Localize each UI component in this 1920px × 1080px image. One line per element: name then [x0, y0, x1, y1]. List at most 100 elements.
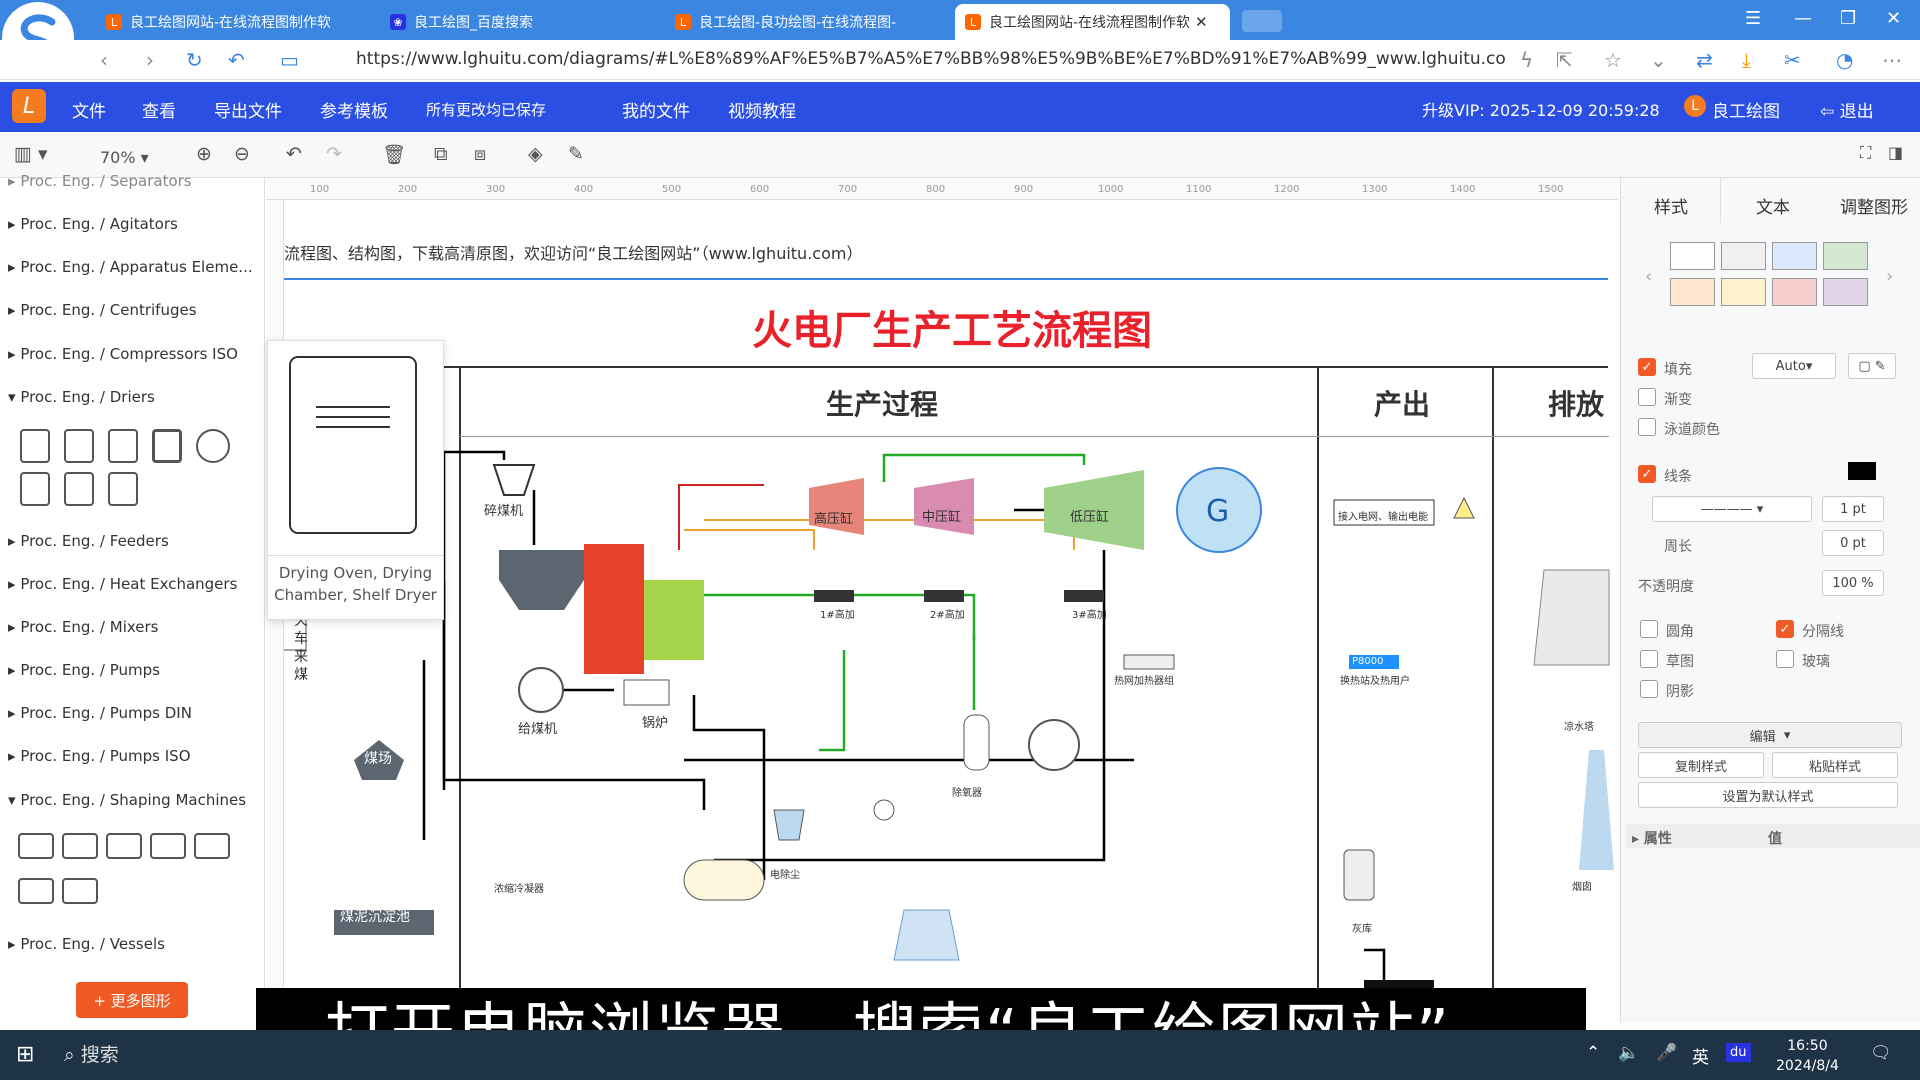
share-icon[interactable]: ⇱ — [1556, 48, 1573, 72]
set-default-style-button[interactable]: 设置为默认样式 — [1638, 782, 1898, 808]
category-driers[interactable]: ▾ Proc. Eng. / Driers — [8, 388, 155, 406]
line-color-picker[interactable] — [1848, 462, 1876, 480]
shape-dryer-4[interactable] — [152, 429, 182, 463]
category-apparatus[interactable]: ▸ Proc. Eng. / Apparatus Eleme... — [8, 258, 253, 276]
history-icon[interactable]: ◔ — [1836, 48, 1853, 72]
color-swatch[interactable] — [1772, 278, 1817, 306]
back-icon[interactable]: ‹ — [100, 48, 108, 72]
diagram-banner[interactable]: 流程图、结构图，下载高清原图，欢迎访问“良工绘图网站”（www.lghuitu.… — [284, 240, 862, 264]
tab-close-icon[interactable]: ✕ — [1195, 13, 1208, 31]
fill-color-picker[interactable]: ▢ ✎ — [1848, 353, 1896, 379]
star-icon[interactable]: ☆ — [1604, 48, 1622, 72]
tab-style[interactable]: 样式 — [1654, 193, 1688, 218]
fullscreen-icon[interactable]: ⛶ — [1860, 143, 1871, 163]
zoom-in-icon[interactable]: ⊕ — [196, 143, 212, 165]
windows-start-icon[interactable]: ⊞ — [16, 1042, 34, 1067]
lightning-icon[interactable]: ϟ — [1520, 48, 1533, 72]
browser-tab-3[interactable]: L 良工绘图-良功绘图-在线流程图- — [665, 4, 935, 40]
category-agitators[interactable]: ▸ Proc. Eng. / Agitators — [8, 215, 178, 233]
divider-checkbox[interactable]: ✓ — [1776, 620, 1794, 638]
undo-close-icon[interactable]: ↶ — [228, 48, 245, 72]
swatch-next-icon[interactable]: › — [1886, 266, 1893, 287]
baidu-tray-icon[interactable]: du — [1726, 1043, 1751, 1062]
paste-style-button[interactable]: 粘贴样式 — [1772, 752, 1898, 778]
more-shapes-button[interactable]: + 更多图形 — [76, 982, 188, 1018]
close-window-icon[interactable]: ✕ — [1886, 8, 1901, 29]
color-swatch[interactable] — [1823, 278, 1868, 306]
column-header-emission[interactable]: 排放 — [1548, 383, 1604, 423]
rounded-checkbox[interactable] — [1640, 620, 1658, 638]
shape-machine-1[interactable] — [18, 833, 54, 859]
zoom-select[interactable]: 70% ▾ — [100, 148, 149, 167]
menu-my-files[interactable]: 我的文件 — [622, 97, 690, 122]
glass-checkbox[interactable] — [1776, 650, 1794, 668]
browser-tab-4-active[interactable]: L 良工绘图网站-在线流程图制作软 ✕ — [955, 4, 1230, 40]
undo-icon[interactable]: ↶ — [286, 143, 302, 165]
line-width-input[interactable]: 1 pt — [1822, 496, 1884, 522]
chevron-down-icon[interactable]: ⌄ — [1650, 48, 1667, 72]
lane-color-checkbox[interactable] — [1638, 418, 1656, 436]
shape-machine-5[interactable] — [194, 833, 230, 859]
panel-toggle-icon[interactable]: ▥ ▾ — [14, 143, 48, 165]
property-label[interactable]: ▸ 属性 — [1632, 828, 1672, 848]
menu-icon[interactable]: ☰ — [1745, 8, 1761, 29]
forward-icon[interactable]: › — [146, 48, 154, 72]
shape-machine-2[interactable] — [62, 833, 98, 859]
fill-mode-select[interactable]: Auto ▾ — [1752, 353, 1836, 379]
opacity-input[interactable]: 100 % — [1822, 570, 1884, 596]
to-back-icon[interactable]: ⧈ — [474, 143, 486, 165]
shape-machine-7[interactable] — [62, 878, 98, 904]
to-front-icon[interactable]: ⧉ — [434, 143, 448, 165]
shape-dryer-2[interactable] — [64, 429, 94, 463]
notifications-icon[interactable]: 🗨 — [1870, 1043, 1892, 1063]
category-centrifuges[interactable]: ▸ Proc. Eng. / Centrifuges — [8, 301, 197, 319]
shape-dryer-1[interactable] — [20, 429, 50, 463]
category-pumps-din[interactable]: ▸ Proc. Eng. / Pumps DIN — [8, 704, 192, 722]
zoom-out-icon[interactable]: ⊖ — [234, 143, 250, 165]
tray-arrow-icon[interactable]: ⌃ — [1586, 1043, 1600, 1063]
redo-icon[interactable]: ↷ — [326, 143, 342, 165]
fill-checkbox[interactable]: ✓ — [1638, 358, 1656, 376]
swatch-prev-icon[interactable]: ‹ — [1645, 266, 1652, 287]
category-compressors[interactable]: ▸ Proc. Eng. / Compressors ISO — [8, 345, 238, 363]
shape-machine-6[interactable] — [18, 878, 54, 904]
line-checkbox[interactable]: ✓ — [1638, 465, 1656, 483]
category-vessels[interactable]: ▸ Proc. Eng. / Vessels — [8, 935, 165, 953]
format-panel-icon[interactable]: ◨ — [1888, 143, 1903, 162]
taskbar-clock[interactable]: 16:50 2024/8/4 — [1776, 1036, 1839, 1076]
browser-tab-2[interactable]: ❀ 良工绘图_百度搜索 — [380, 4, 650, 40]
line-style-select[interactable]: ———— ▾ — [1652, 496, 1812, 522]
restore-icon[interactable]: ❐ — [1840, 8, 1856, 29]
menu-templates[interactable]: 参考模板 — [320, 97, 388, 122]
menu-export[interactable]: 导出文件 — [214, 97, 282, 122]
category-shaping-machines[interactable]: ▾ Proc. Eng. / Shaping Machines — [8, 791, 246, 809]
fill-color-icon[interactable]: ◈ — [528, 143, 543, 165]
tab-text[interactable]: 文本 — [1756, 193, 1790, 218]
shape-dryer-5[interactable] — [196, 429, 230, 463]
mic-icon[interactable]: 🎤 — [1656, 1043, 1677, 1063]
column-header-production[interactable]: 生产过程 — [826, 383, 938, 423]
logout-button[interactable]: ⇦ 退出 — [1820, 97, 1874, 122]
reader-icon[interactable]: ▭ — [280, 48, 299, 72]
category-separators[interactable]: ▸ Proc. Eng. / Separators — [8, 172, 192, 190]
shape-dryer-8[interactable] — [108, 472, 138, 506]
color-swatch[interactable] — [1772, 242, 1817, 270]
line-color-icon[interactable]: ✎ — [568, 143, 584, 165]
shape-dryer-6[interactable] — [20, 472, 50, 506]
more-icon[interactable]: ⋯ — [1882, 48, 1902, 72]
download-icon[interactable]: ⤓ — [1742, 48, 1751, 72]
category-heat-exchangers[interactable]: ▸ Proc. Eng. / Heat Exchangers — [8, 575, 237, 593]
minimize-icon[interactable]: — — [1794, 8, 1812, 29]
vip-status[interactable]: 升级VIP: 2025-12-09 20:59:28 — [1422, 97, 1660, 121]
menu-file[interactable]: 文件 — [72, 97, 106, 122]
ime-indicator[interactable]: 英 — [1692, 1043, 1709, 1068]
copy-style-button[interactable]: 复制样式 — [1638, 752, 1764, 778]
brand-name[interactable]: 良工绘图 — [1712, 97, 1780, 122]
shape-machine-4[interactable] — [150, 833, 186, 859]
color-swatch[interactable] — [1721, 242, 1766, 270]
taskbar-search[interactable]: ⌕ 搜索 — [64, 1040, 119, 1067]
category-feeders[interactable]: ▸ Proc. Eng. / Feeders — [8, 532, 169, 550]
shape-machine-3[interactable] — [106, 833, 142, 859]
scissors-icon[interactable]: ✂ — [1784, 48, 1801, 72]
gradient-checkbox[interactable] — [1638, 388, 1656, 406]
